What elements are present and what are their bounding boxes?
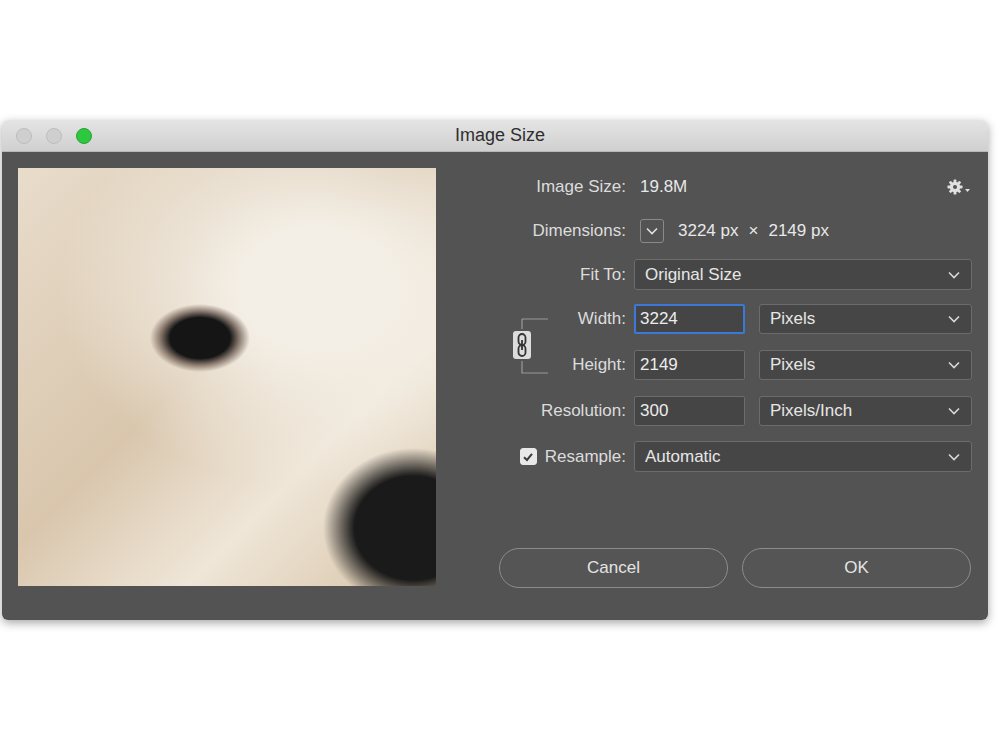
dimensions-label: Dimensions:	[452, 221, 626, 241]
unit-select[interactable]: Pixels	[759, 350, 972, 380]
dialog-button[interactable]: Cancel	[499, 548, 728, 588]
dimensions-unit-menu[interactable]	[640, 219, 664, 243]
window-title: Image Size	[455, 125, 545, 146]
constrain-proportions-link-icon[interactable]	[512, 316, 552, 376]
field-label: Resolution:	[452, 401, 626, 421]
dimensions-width: 3224 px	[678, 221, 739, 241]
title-bar[interactable]: Image Size	[2, 120, 988, 152]
chevron-down-icon	[947, 270, 961, 280]
image-size-label: Image Size:	[452, 177, 626, 197]
chevron-down-icon	[947, 360, 961, 370]
window-controls	[16, 128, 92, 144]
minimize-button[interactable]	[46, 128, 62, 144]
image-size-dialog: Image Size Image Size: 19.8M Dimensions:…	[2, 120, 988, 620]
field-input[interactable]: 2149	[634, 350, 745, 380]
image-preview[interactable]	[18, 168, 436, 586]
fit-to-label: Fit To:	[452, 265, 626, 285]
size-fields: Width: 3224 Pixels Height: 2149 Pixels R…	[452, 304, 972, 426]
fit-to-row: Fit To: Original Size	[452, 259, 972, 290]
unit-select[interactable]: Pixels	[759, 304, 972, 334]
resample-checkbox[interactable]	[520, 448, 537, 465]
page: Image Size Image Size: 19.8M Dimensions:…	[0, 0, 1000, 750]
resample-row: Resample: Automatic	[452, 441, 972, 472]
button-row: Cancel OK	[452, 548, 972, 588]
resample-select[interactable]: Automatic	[634, 441, 972, 472]
zoom-button[interactable]	[76, 128, 92, 144]
dialog-body: Image Size: 19.8M Dimensions: 3224 px × …	[2, 152, 988, 620]
unit-select[interactable]: Pixels/Inch	[759, 396, 972, 426]
chevron-down-icon	[947, 406, 961, 416]
chevron-down-icon	[645, 226, 659, 236]
field-input[interactable]: 3224	[634, 304, 745, 334]
size-field-row: Resolution: 300 Pixels/Inch	[452, 396, 972, 426]
close-button[interactable]	[16, 128, 32, 144]
chevron-down-icon	[947, 314, 961, 324]
field-label: Height:	[452, 355, 626, 375]
dimensions-row: Dimensions: 3224 px × 2149 px	[452, 212, 972, 250]
image-size-value: 19.8M	[640, 177, 687, 197]
gear-icon[interactable]	[946, 178, 972, 196]
image-size-row: Image Size: 19.8M	[452, 168, 972, 206]
checkmark-icon	[521, 450, 535, 464]
dimensions-separator: ×	[749, 221, 759, 241]
field-input[interactable]: 300	[634, 396, 745, 426]
settings-panel: Image Size: 19.8M Dimensions: 3224 px × …	[452, 168, 972, 588]
resample-checkbox-label[interactable]: Resample:	[452, 447, 626, 467]
chevron-down-icon	[947, 452, 961, 462]
dimensions-height: 2149 px	[768, 221, 829, 241]
fit-to-select[interactable]: Original Size	[634, 259, 972, 290]
dialog-button[interactable]: OK	[742, 548, 971, 588]
